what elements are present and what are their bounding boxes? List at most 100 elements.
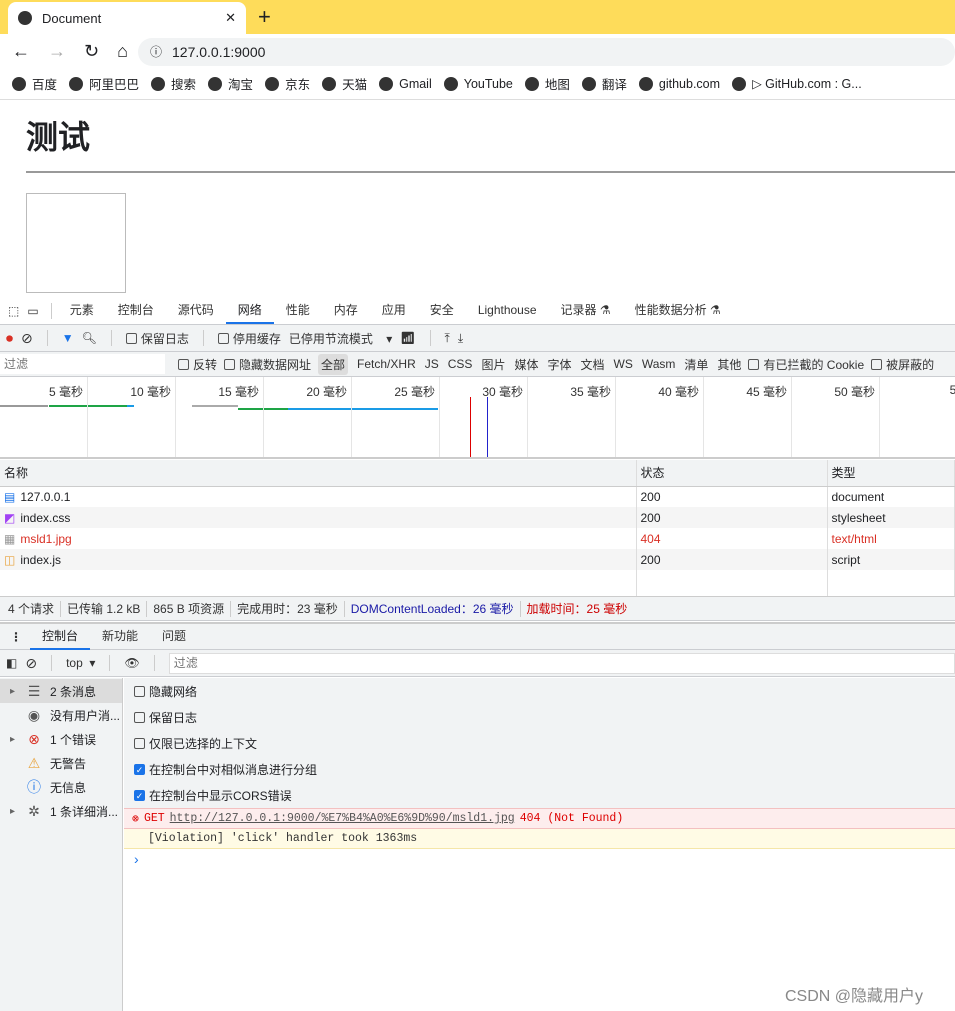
bookmark-item[interactable]: 地图	[524, 74, 570, 93]
devtools-tab[interactable]: 网络	[225, 297, 274, 324]
drawer-tab[interactable]: 新功能	[90, 623, 150, 650]
sidebar-toggle-icon[interactable]: ◧	[6, 656, 17, 670]
search-icon[interactable]: 🔍︎	[82, 331, 97, 345]
devtools-tab[interactable]: 性能数据分析 ⚗	[623, 297, 733, 324]
column-header-name[interactable]: 名称	[0, 460, 637, 487]
preserve-log-checkbox[interactable]: 保留日志	[125, 330, 189, 347]
devtools-tab[interactable]: 元素	[58, 297, 106, 324]
context-select[interactable]: top ▾	[66, 656, 95, 670]
home-icon[interactable]: ⌂	[117, 41, 128, 62]
type-filter-11[interactable]: 其他	[717, 356, 741, 373]
browser-tab[interactable]: Document ✕	[8, 2, 246, 34]
bookmark-item[interactable]: 淘宝	[208, 74, 253, 93]
expand-arrow-icon[interactable]: ▸	[10, 734, 18, 745]
reload-icon[interactable]: ↻	[84, 41, 99, 62]
devtools-tab[interactable]: 性能	[274, 297, 322, 324]
checkbox[interactable]	[134, 737, 145, 749]
filter-icon[interactable]: ▼	[62, 331, 74, 345]
devtools-tab[interactable]: 内存	[322, 297, 370, 324]
type-filter-3[interactable]: CSS	[448, 357, 473, 371]
type-filter-6[interactable]: 字体	[547, 356, 571, 373]
blocked-requests-checkbox[interactable]: 被屏蔽的	[871, 356, 934, 373]
bookmark-item[interactable]: github.com	[638, 76, 720, 91]
disable-cache-checkbox[interactable]: 停用缓存	[217, 330, 281, 347]
console-option-checkbox[interactable]: 保留日志	[124, 704, 955, 730]
checkbox[interactable]: ✓	[134, 763, 145, 775]
bookmark-item[interactable]: 天猫	[322, 74, 367, 93]
sidebar-item-warnings[interactable]: ⚠ 无警告	[0, 751, 122, 775]
checkbox[interactable]	[134, 685, 145, 697]
type-filter-1[interactable]: Fetch/XHR	[357, 357, 416, 371]
column-header-type[interactable]: 类型	[827, 460, 955, 487]
bookmark-item[interactable]: 阿里巴巴	[69, 74, 139, 93]
record-stop-icon[interactable]: ⏺	[6, 330, 13, 347]
live-expression-eye-icon[interactable]: 👁︎	[124, 656, 139, 670]
devtools-tab[interactable]: 安全	[418, 297, 466, 324]
clear-icon[interactable]: ⊘	[21, 330, 33, 347]
inspect-icon[interactable]: ⬚	[8, 304, 19, 318]
type-filter-7[interactable]: 文档	[580, 356, 604, 373]
type-filter-9[interactable]: Wasm	[642, 357, 676, 371]
request-row[interactable]: ▤ 127.0.0.1 200 document	[0, 486, 955, 507]
back-icon[interactable]: ←	[12, 41, 30, 62]
bookmark-item[interactable]: 百度	[12, 74, 57, 93]
devtools-tab[interactable]: 记录器 ⚗	[549, 297, 623, 324]
console-prompt[interactable]: ›	[134, 851, 139, 867]
devtools-tab[interactable]: 源代码	[166, 297, 226, 324]
type-filter-10[interactable]: 清单	[684, 356, 708, 373]
type-filter-8[interactable]: WS	[614, 357, 633, 371]
bookmark-item[interactable]: 搜索	[151, 74, 196, 93]
drawer-tab[interactable]: 控制台	[30, 623, 91, 650]
console-option-checkbox[interactable]: ✓ 在控制台中对相似消息进行分组	[124, 756, 955, 782]
drawer-menu-icon[interactable]: ⋮	[10, 630, 22, 644]
network-filter-input[interactable]	[0, 354, 165, 374]
expand-arrow-icon[interactable]: ▸	[10, 686, 18, 697]
devtools-tab[interactable]: 控制台	[106, 297, 166, 324]
network-conditions-icon[interactable]: 📶︎	[400, 331, 415, 345]
console-filter-input[interactable]	[168, 652, 955, 674]
hide-data-urls-checkbox[interactable]: 隐藏数据网址	[224, 356, 311, 373]
drawer-tab[interactable]: 问题	[150, 623, 198, 650]
console-option-checkbox[interactable]: 仅限已选择的上下文	[124, 730, 955, 756]
device-toolbar-icon[interactable]: ▭	[27, 304, 38, 318]
devtools-tab[interactable]: Lighthouse	[466, 297, 549, 324]
devtools-tab[interactable]: 应用	[370, 297, 418, 324]
checkbox[interactable]: ✓	[134, 789, 145, 801]
forward-icon[interactable]: →	[48, 41, 66, 62]
timeline-tick: 55	[883, 383, 955, 397]
new-tab-button[interactable]: +	[258, 4, 271, 30]
column-header-status[interactable]: 状态	[636, 460, 828, 487]
request-row[interactable]: ◫ index.js 200 script	[0, 549, 955, 570]
request-row[interactable]: ◩ index.css 200 stylesheet	[0, 507, 955, 528]
bookmark-item[interactable]: 翻译	[581, 74, 627, 93]
info-icon[interactable]: ⓘ	[150, 38, 162, 66]
console-option-checkbox[interactable]: 隐藏网络	[124, 678, 955, 704]
console-option-checkbox[interactable]: ✓ 在控制台中显示CORS错误	[124, 782, 955, 808]
url-input[interactable]: ⓘ 127.0.0.1:9000	[138, 38, 955, 66]
throttling-select[interactable]: 已停用节流模式 ▾	[289, 330, 392, 347]
bookmark-item[interactable]: Gmail	[379, 76, 432, 91]
import-har-icon[interactable]: ⤒	[445, 331, 450, 346]
error-url-link[interactable]: http://127.0.0.1:9000/%E7%B4%A0%E6%9D%90…	[170, 812, 515, 825]
blocked-cookies-checkbox[interactable]: 有已拦截的 Cookie	[748, 356, 864, 373]
type-filter-0[interactable]: 全部	[318, 353, 349, 375]
sidebar-item-info[interactable]: ⓘ 无信息	[0, 775, 122, 799]
type-filter-5[interactable]: 媒体	[514, 356, 538, 373]
close-tab-icon[interactable]: ✕	[225, 10, 236, 26]
sidebar-item-messages[interactable]: ▸ ☰ 2 条消息	[0, 679, 122, 703]
type-filter-4[interactable]: 图片	[481, 356, 505, 373]
bookmark-item[interactable]: YouTube	[443, 76, 513, 91]
expand-arrow-icon[interactable]: ▸	[10, 806, 18, 817]
sidebar-item-verbose[interactable]: ▸ ✲ 1 条详细消...	[0, 799, 122, 823]
bookmark-item[interactable]: ▷ GitHub.com : G...	[732, 76, 862, 91]
clear-console-icon[interactable]: ⊘	[25, 655, 37, 672]
sidebar-item-errors[interactable]: ▸ ⊗ 1 个错误	[0, 727, 122, 751]
request-row[interactable]: ▦ msld1.jpg 404 text/html	[0, 528, 955, 549]
type-filter-2[interactable]: JS	[425, 357, 439, 371]
sidebar-item-user-messages[interactable]: ◉ 没有用户消...	[0, 703, 122, 727]
export-har-icon[interactable]: ⤓	[458, 331, 463, 346]
bookmark-item[interactable]: 京东	[265, 74, 310, 93]
network-overview[interactable]: 5 毫秒 10 毫秒 15 毫秒 20 毫秒 25 毫秒 30 毫秒 35 毫秒 40 毫秒 4…	[0, 377, 955, 459]
invert-checkbox[interactable]: 反转	[178, 356, 217, 373]
checkbox[interactable]	[134, 711, 145, 723]
